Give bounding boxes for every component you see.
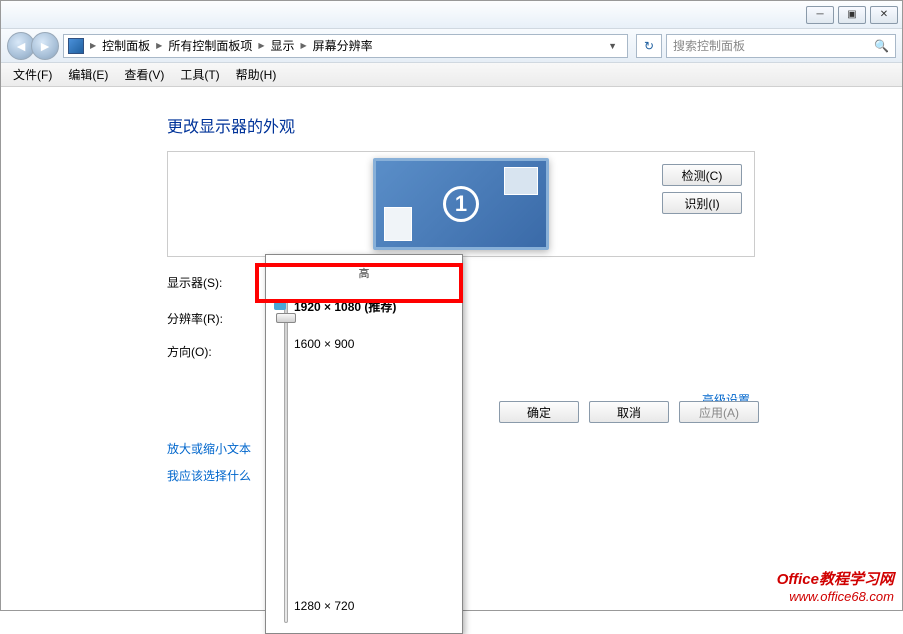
current-resolution-marker-icon [274, 302, 286, 310]
resolution-label: 分辨率(R): [167, 310, 265, 327]
res-slider-high-label: 高 [266, 265, 462, 281]
breadcrumb-item[interactable]: 显示 [267, 35, 299, 56]
watermark-line1: Office教程学习网 [777, 568, 894, 589]
refresh-button[interactable]: ↻ [636, 34, 662, 58]
monitor-preview-window-icon [504, 167, 538, 195]
breadcrumb-item[interactable]: 控制面板 [98, 35, 154, 56]
forward-button[interactable]: ► [31, 32, 59, 60]
menu-bar: 文件(F) 编辑(E) 查看(V) 工具(T) 帮助(H) [1, 63, 902, 87]
resolution-dropdown-panel: 高 1920 × 1080 (推荐) 1600 × 900 1280 × 720 [265, 254, 463, 634]
search-icon: 🔍 [874, 39, 889, 53]
preview-side-buttons: 检测(C) 识别(I) [662, 164, 742, 214]
menu-help[interactable]: 帮助(H) [228, 63, 285, 86]
window-titlebar: ─ ▣ ✕ [1, 1, 902, 29]
search-placeholder: 搜索控制面板 [673, 37, 745, 54]
close-button[interactable]: ✕ [870, 6, 898, 24]
orientation-label: 方向(O): [167, 343, 265, 360]
resolution-option[interactable]: 1600 × 900 [266, 325, 462, 363]
breadcrumb-item[interactable]: 所有控制面板项 [164, 35, 256, 56]
menu-edit[interactable]: 编辑(E) [60, 63, 116, 86]
detect-button[interactable]: 检测(C) [662, 164, 742, 186]
monitor-number: 1 [443, 186, 479, 222]
display-label: 显示器(S): [167, 274, 265, 291]
search-input[interactable]: 搜索控制面板 🔍 [666, 34, 896, 58]
resolution-option-label: 1920 × 1080 (推荐) [294, 298, 396, 315]
identify-button[interactable]: 识别(I) [662, 192, 742, 214]
address-dropdown-icon[interactable]: ▼ [602, 41, 623, 51]
breadcrumb-item[interactable]: 屏幕分辨率 [309, 35, 377, 56]
chevron-right-icon: ▶ [256, 41, 266, 50]
maximize-button[interactable]: ▣ [838, 6, 866, 24]
resolution-option[interactable]: 1280 × 720 [266, 587, 462, 625]
apply-button[interactable]: 应用(A) [679, 401, 759, 423]
address-bar[interactable]: ▶ 控制面板 ▶ 所有控制面板项 ▶ 显示 ▶ 屏幕分辨率 ▼ [63, 34, 628, 58]
cancel-button[interactable]: 取消 [589, 401, 669, 423]
control-panel-icon [68, 38, 84, 54]
monitor-thumbnail[interactable]: 1 [373, 158, 549, 250]
chevron-right-icon: ▶ [154, 41, 164, 50]
chevron-right-icon: ▶ [88, 41, 98, 50]
chevron-right-icon: ▶ [299, 41, 309, 50]
ok-button[interactable]: 确定 [499, 401, 579, 423]
watermark: Office教程学习网 www.office68.com [777, 568, 894, 604]
minimize-button[interactable]: ─ [806, 6, 834, 24]
watermark-line2: www.office68.com [777, 589, 894, 604]
page-title: 更改显示器的外观 [167, 113, 902, 137]
resolution-option-label: 1600 × 900 [294, 337, 354, 351]
display-preview: 1 检测(C) 识别(I) [167, 151, 755, 257]
nav-arrows: ◄ ► [7, 32, 55, 60]
menu-view[interactable]: 查看(V) [116, 63, 172, 86]
navigation-bar: ◄ ► ▶ 控制面板 ▶ 所有控制面板项 ▶ 显示 ▶ 屏幕分辨率 ▼ ↻ 搜索… [1, 29, 902, 63]
resolution-option[interactable]: 1920 × 1080 (推荐) [266, 287, 462, 325]
dialog-buttons: 确定 取消 应用(A) [499, 401, 759, 423]
menu-tools[interactable]: 工具(T) [172, 63, 227, 86]
monitor-preview-window-icon [384, 207, 412, 241]
menu-file[interactable]: 文件(F) [5, 63, 60, 86]
